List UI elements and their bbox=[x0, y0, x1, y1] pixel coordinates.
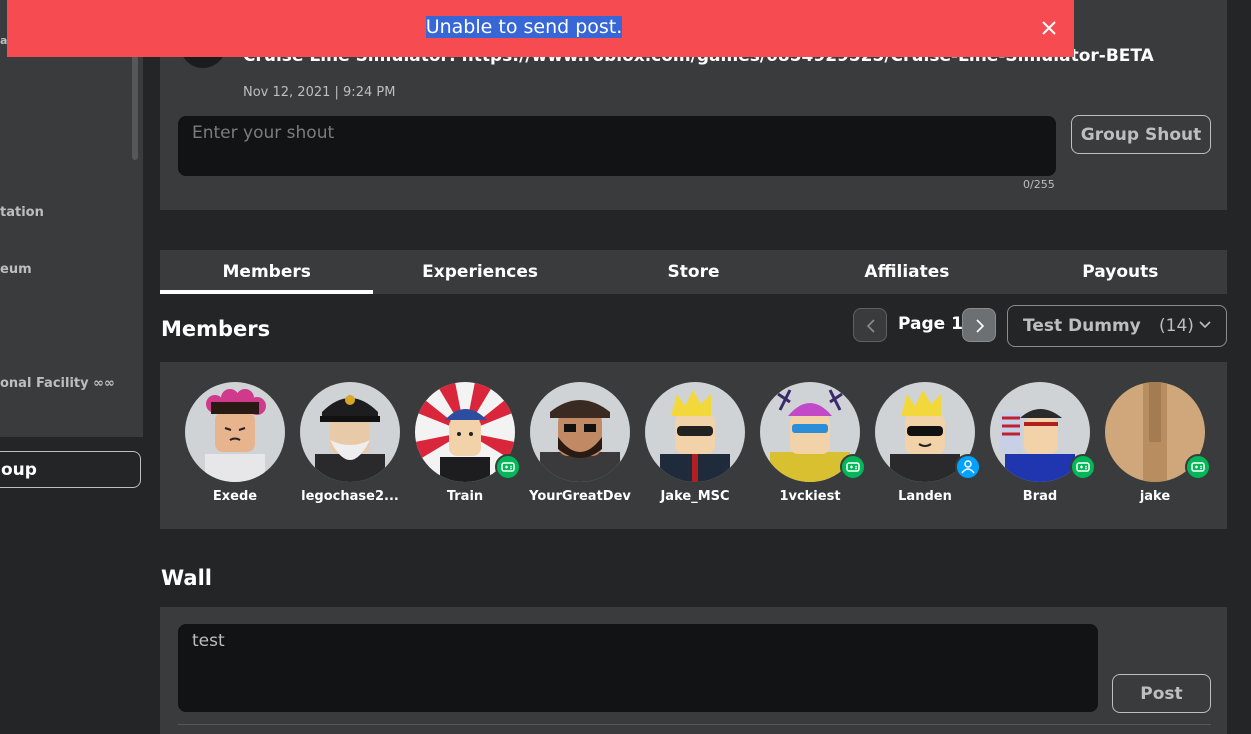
member-name[interactable]: Exede bbox=[180, 489, 290, 504]
gamepad-icon bbox=[846, 462, 860, 472]
previous-page-button[interactable] bbox=[853, 308, 887, 342]
close-icon[interactable] bbox=[1040, 19, 1058, 37]
wall-panel: test Post bbox=[160, 607, 1227, 734]
page-number: Page 1 bbox=[898, 314, 963, 334]
chevron-right-icon bbox=[976, 319, 985, 333]
members-title: Members bbox=[161, 317, 271, 341]
member-name[interactable]: Brad bbox=[985, 489, 1095, 504]
sidebar-scrollbar[interactable] bbox=[132, 55, 138, 160]
avatar[interactable] bbox=[185, 382, 285, 482]
chevron-down-icon bbox=[1199, 321, 1211, 329]
sidebar-item-label[interactable]: onal Facility ∞∞ bbox=[0, 376, 115, 391]
avatar[interactable] bbox=[300, 382, 400, 482]
member-name[interactable]: Landen bbox=[870, 489, 980, 504]
sidebar-item-label[interactable]: eum bbox=[0, 262, 32, 277]
members-list: Exede legochase2... Train YourGreatDev J… bbox=[160, 362, 1227, 529]
group-sidebar: a tation eum onal Facility ∞∞ bbox=[0, 0, 143, 437]
member-name[interactable]: Jake_MSC bbox=[640, 489, 750, 504]
role-member-count: (14) bbox=[1159, 316, 1194, 336]
tab-affiliates[interactable]: Affiliates bbox=[800, 250, 1013, 294]
group-tabs: Members Experiences Store Affiliates Pay… bbox=[160, 250, 1227, 294]
status-badge bbox=[1070, 454, 1096, 480]
gamepad-icon bbox=[1076, 462, 1090, 472]
shout-date: Nov 12, 2021 | 9:24 PM bbox=[243, 85, 396, 100]
status-badge bbox=[955, 454, 981, 480]
gamepad-icon bbox=[501, 462, 515, 472]
wall-title: Wall bbox=[161, 566, 212, 590]
role-dropdown[interactable]: Test Dummy (14) bbox=[1007, 305, 1227, 347]
error-message-text: Unable to send post. bbox=[425, 16, 623, 38]
create-group-button[interactable]: oup bbox=[0, 451, 141, 488]
error-banner: Unable to send post. bbox=[7, 0, 1074, 57]
group-shout-button[interactable]: Group Shout bbox=[1071, 115, 1211, 154]
member-name[interactable]: YourGreatDev bbox=[525, 489, 635, 504]
avatar[interactable] bbox=[645, 382, 745, 482]
error-message: Unable to send post. bbox=[7, 16, 1041, 38]
gamepad-icon bbox=[1191, 462, 1205, 472]
shout-input[interactable] bbox=[178, 116, 1056, 176]
member-name[interactable]: Train bbox=[410, 489, 520, 504]
status-badge bbox=[1185, 454, 1211, 480]
shout-char-counter: 0/255 bbox=[1023, 178, 1055, 191]
wall-post-input[interactable]: test bbox=[178, 624, 1098, 712]
create-group-button-label: oup bbox=[1, 460, 37, 480]
avatar[interactable] bbox=[530, 382, 630, 482]
role-dropdown-label: Test Dummy bbox=[1023, 316, 1141, 336]
chevron-left-icon bbox=[866, 319, 875, 333]
tab-payouts[interactable]: Payouts bbox=[1014, 250, 1227, 294]
post-button[interactable]: Post bbox=[1112, 674, 1211, 713]
status-badge bbox=[840, 454, 866, 480]
next-page-button[interactable] bbox=[962, 308, 996, 342]
tab-experiences[interactable]: Experiences bbox=[373, 250, 586, 294]
member-name[interactable]: jake bbox=[1100, 489, 1210, 504]
user-icon bbox=[961, 460, 975, 474]
member-name[interactable]: legochase2... bbox=[295, 489, 405, 504]
member-name[interactable]: 1vckiest bbox=[755, 489, 865, 504]
sidebar-item-label[interactable]: tation bbox=[0, 205, 44, 220]
status-badge bbox=[495, 454, 521, 480]
tab-members[interactable]: Members bbox=[160, 250, 374, 294]
divider bbox=[178, 724, 1211, 725]
tab-store[interactable]: Store bbox=[587, 250, 800, 294]
